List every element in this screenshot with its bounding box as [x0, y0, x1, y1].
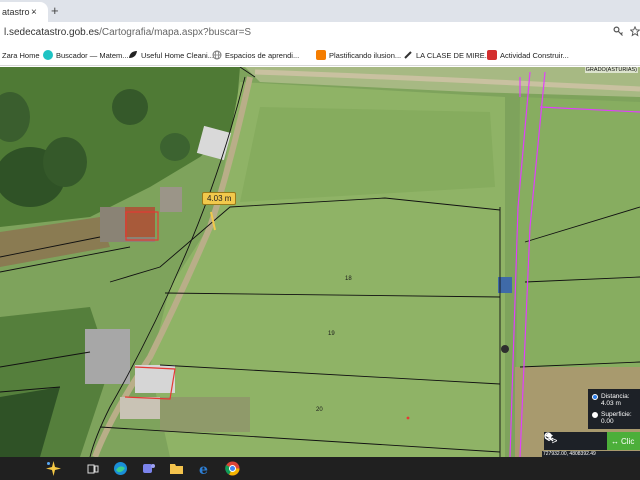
area-radio[interactable] — [592, 412, 598, 418]
bookmark-useful-home[interactable]: Useful Home Cleani... — [128, 48, 214, 62]
area-option[interactable]: Superficie: 0.00 — [592, 411, 632, 425]
parcel-label[interactable]: 20 — [316, 407, 323, 413]
area-label: Superficie: — [601, 411, 632, 418]
measure-label: 4.03 m — [202, 192, 237, 205]
search-icon[interactable] — [544, 432, 586, 450]
area-value: 0.00 — [601, 418, 614, 425]
map-toolbar: > ↔ Clic — [544, 432, 640, 450]
parcel-label[interactable]: 19 — [328, 331, 335, 337]
explorer-icon[interactable] — [168, 460, 185, 477]
bookmark-la-clase[interactable]: LA CLASE DE MIRE... — [403, 48, 491, 62]
star-icon[interactable] — [629, 25, 640, 40]
bookmark-label: Zara Home — [2, 50, 40, 60]
tab-strip: atastro · × + — [0, 0, 640, 22]
layers-icon[interactable] — [544, 432, 607, 450]
measurement-panel: Distancia: 4.03 m Superficie: 0.00 — [588, 389, 640, 429]
bookmark-label: Buscador — Matem... — [56, 50, 129, 60]
cadastral-map[interactable]: GRADO(ASTURIAS) 4.03 m 18 19 20 Distanci… — [0, 67, 640, 457]
bookmark-zara-home[interactable]: Zara Home — [2, 48, 40, 62]
copilot-icon[interactable] — [45, 460, 62, 477]
bookmark-buscador[interactable]: Buscador — Matem... — [43, 48, 129, 62]
chrome-icon[interactable] — [224, 460, 241, 477]
url-text[interactable]: l.sedecatastro.gob.es/Cartografia/mapa.a… — [4, 27, 251, 38]
svg-text:e: e — [199, 462, 208, 476]
bookmarks-bar: Zara Home Buscador — Matem... Useful Hom… — [0, 44, 640, 66]
circle-icon — [43, 50, 53, 60]
aerial-imagery — [0, 67, 640, 457]
leaf-icon — [128, 50, 138, 60]
measure-click-label: Clic — [621, 436, 635, 446]
bookmark-label: Actividad Construir... — [500, 50, 569, 60]
bookmark-plastificando[interactable]: Plastificando ilusion... — [316, 48, 401, 62]
distance-value: 4.03 m — [601, 400, 621, 407]
new-tab-button[interactable]: + — [51, 3, 59, 18]
parcel-label[interactable]: 18 — [345, 276, 352, 282]
distance-radio[interactable] — [592, 394, 598, 400]
teams-icon[interactable] — [140, 460, 157, 477]
globe-icon — [212, 50, 222, 60]
blogger-icon — [316, 50, 326, 60]
close-icon[interactable]: × — [31, 7, 37, 18]
measure-click-button[interactable]: ↔ Clic — [607, 432, 640, 450]
ie-icon[interactable]: e — [196, 460, 213, 477]
bookmark-label: LA CLASE DE MIRE... — [416, 50, 492, 60]
bookmark-label: Plastificando ilusion... — [329, 50, 402, 60]
distance-label: Distancia: — [601, 393, 630, 400]
bookmark-actividad[interactable]: Actividad Construir... — [487, 48, 569, 62]
gift-icon — [487, 50, 497, 60]
region-label: GRADO(ASTURIAS) — [584, 67, 638, 73]
url-domain: l.sedecatastro.gob.es — [4, 27, 100, 38]
taskbar: e — [0, 457, 640, 480]
taskview-icon[interactable] — [84, 460, 101, 477]
distance-option[interactable]: Distancia: 4.03 m — [592, 393, 630, 407]
bookmark-label: Espacios de aprendi... — [225, 50, 300, 60]
key-icon[interactable] — [613, 26, 624, 40]
tab-catastro[interactable]: atastro · × — [0, 2, 48, 22]
bookmark-espacios[interactable]: Espacios de aprendi... — [212, 48, 299, 62]
measure-arrows-icon: ↔ — [611, 436, 619, 446]
pencil-icon — [403, 50, 413, 60]
edge-icon[interactable] — [112, 460, 129, 477]
bookmark-label: Useful Home Cleani... — [141, 50, 214, 60]
url-path: /Cartografia/mapa.aspx?buscar=S — [99, 27, 252, 38]
address-bar[interactable]: l.sedecatastro.gob.es/Cartografia/mapa.a… — [0, 22, 640, 44]
